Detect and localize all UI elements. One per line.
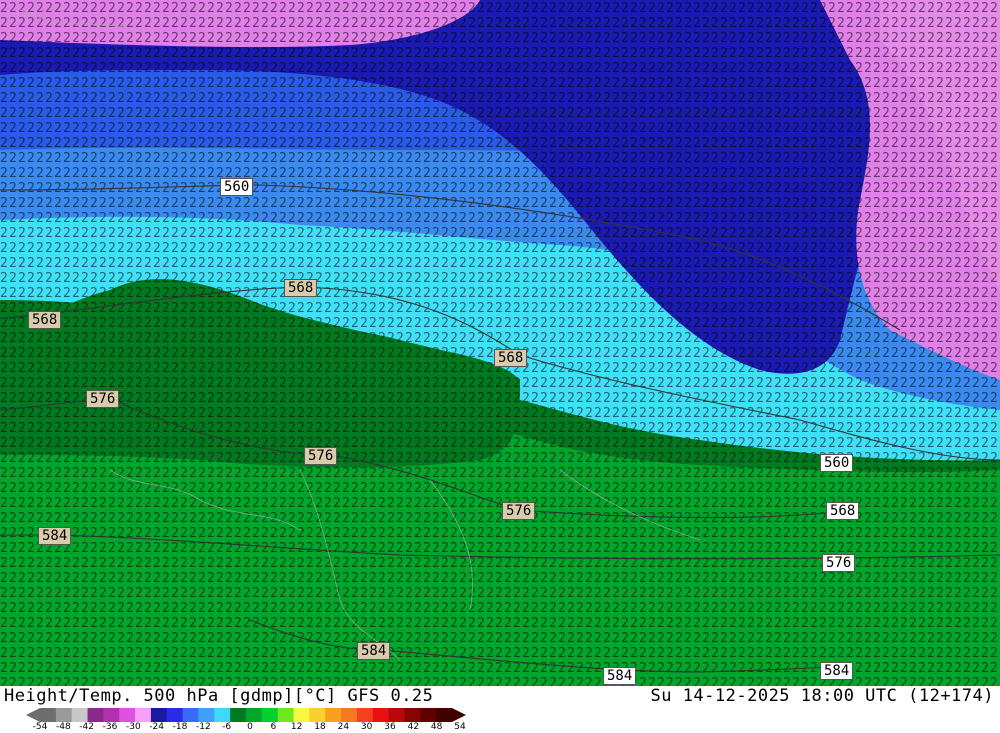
colorbar-segment [198, 708, 215, 722]
colorbar-segment [71, 708, 89, 722]
colorbar-segment [166, 708, 184, 722]
colorbar-segment [230, 708, 247, 722]
contour-label-584: 584 [357, 642, 391, 660]
colorbar-segment [214, 708, 231, 722]
map-title: Height/Temp. 500 hPa [gdmp][°C] GFS 0.25 [4, 686, 434, 706]
colorbar-segment [87, 708, 104, 722]
valid-time: Su 14-12-2025 18:00 UTC (12+174) [650, 686, 994, 706]
colorbar-segment [119, 708, 136, 722]
contour-label-560: 560 [220, 178, 254, 196]
contour-label-568: 568 [494, 349, 528, 367]
colorbar-segment [372, 708, 390, 722]
colorbar-segment [436, 708, 453, 722]
colorbar-tick-label: -12 [195, 722, 211, 732]
colorbar-tick-label: 42 [407, 722, 420, 732]
colorbar-segment [388, 708, 405, 722]
colorbar-tick-label: 48 [430, 722, 443, 732]
contour-label-584: 584 [603, 667, 637, 685]
colorbar-tick-label: -24 [149, 722, 165, 732]
temperature-map: 2 2 [0, 0, 1000, 686]
contour-label-584: 584 [38, 527, 72, 545]
colorbar-arrow-right [452, 708, 466, 722]
colorbar-tick-label: 0 [247, 722, 253, 732]
contour-label-568: 568 [826, 502, 860, 520]
colorbar-segment [103, 708, 120, 722]
colorbar-segment [150, 708, 168, 722]
map-viewer: 2 2 [0, 0, 1000, 733]
contour-label-576: 576 [822, 554, 856, 572]
colorbar-segment [261, 708, 279, 722]
colorbar-segment [277, 708, 295, 722]
colorbar-segment [356, 708, 374, 722]
colorbar-segment [55, 708, 73, 722]
colorbar-tick-label: 12 [290, 722, 303, 732]
colorbar-segment [40, 708, 57, 722]
colorbar-tick-label: -6 [222, 722, 232, 732]
colorbar-ticks: -54 -48 -42 -36 -30 -24 -18 -12 -6 0 6 12 18 24 30 36 42… [30, 722, 466, 733]
colorbar-tick-label: 18 [314, 722, 326, 732]
colorbar-segment [325, 708, 342, 722]
contour-label-568: 568 [284, 279, 318, 297]
colorbar-segment [420, 708, 437, 722]
colorbar-tick-label: -42 [79, 722, 95, 732]
colorbar-tick-label: 30 [360, 722, 373, 732]
contour-label-568: 568 [28, 311, 62, 329]
contour-label-576: 576 [304, 447, 338, 465]
colorbar-tick-label: -36 [102, 722, 118, 732]
colorbar-segment [341, 708, 358, 722]
colorbar-tick-label: -18 [172, 722, 188, 732]
colorbar [26, 708, 466, 722]
colorbar-tick-label: 6 [270, 722, 277, 732]
colorbar-tick-label: 24 [337, 722, 350, 732]
footer-bar: Height/Temp. 500 hPa [gdmp][°C] GFS 0.25… [0, 686, 1000, 733]
colorbar-tick-label: -30 [125, 722, 141, 732]
colorbar-segment [309, 708, 326, 722]
contour-label-576: 576 [86, 390, 120, 408]
colorbar-tick-label: 54 [454, 722, 466, 732]
colorbar-segment [404, 708, 421, 722]
colorbar-tick-label: -54 [32, 722, 48, 732]
colorbar-arrow-left [26, 708, 40, 722]
colorbar-segment [293, 708, 310, 722]
colorbar-segment [135, 708, 152, 722]
contour-label-584: 584 [820, 662, 854, 680]
colorbar-segment [246, 708, 263, 722]
contour-label-560: 560 [820, 454, 854, 472]
contour-label-576: 576 [502, 502, 536, 520]
colorbar-segment [182, 708, 199, 722]
colorbar-tick-label: 36 [384, 722, 396, 732]
colorbar-tick-label: -48 [55, 722, 71, 732]
